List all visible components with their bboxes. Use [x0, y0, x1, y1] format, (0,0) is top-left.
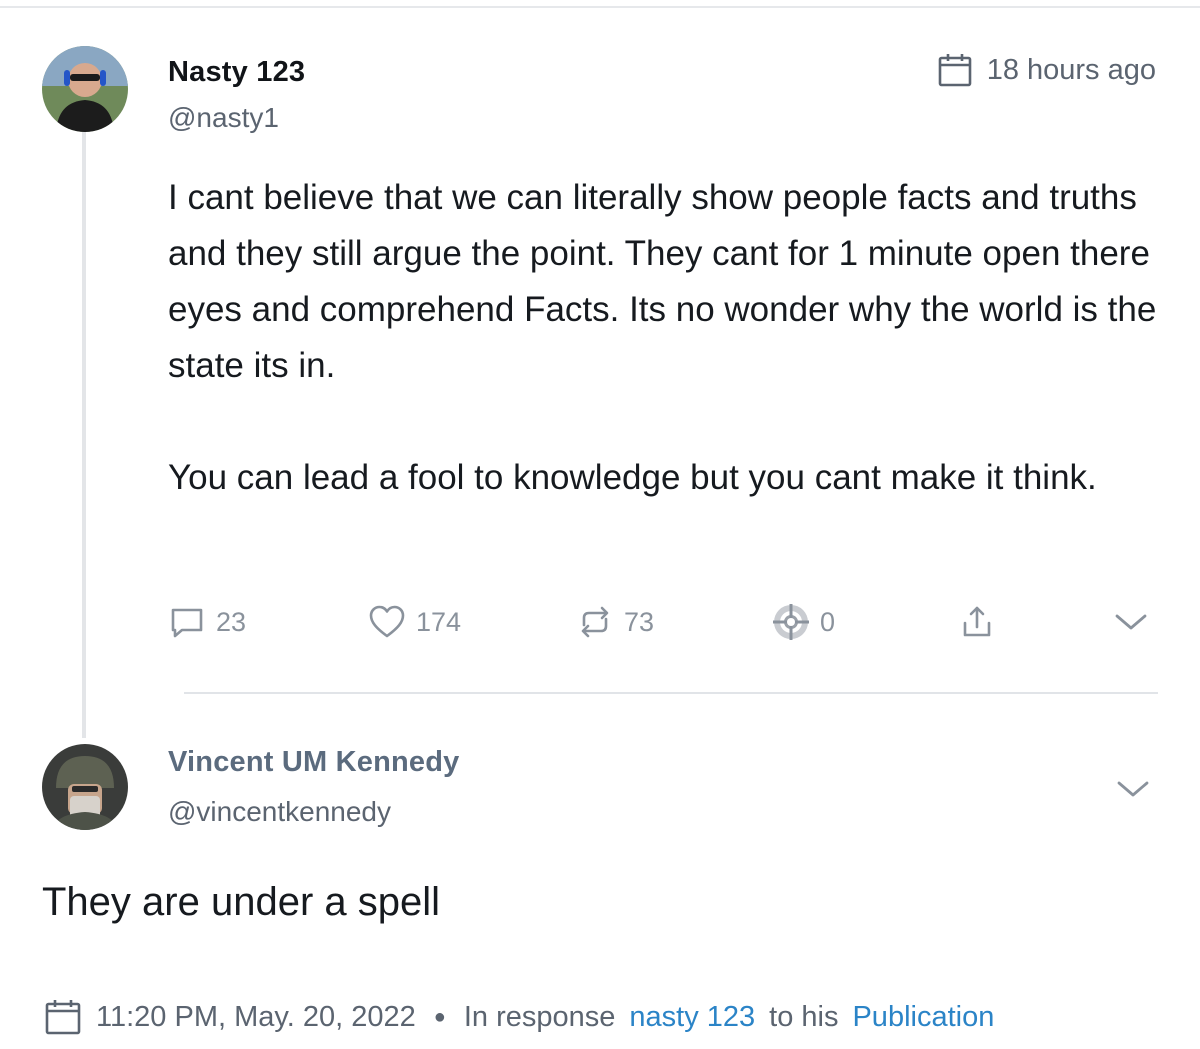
post-paragraph: You can lead a fool to knowledge but you…: [168, 458, 1097, 497]
target-icon: [773, 604, 809, 640]
post-divider: [184, 692, 1158, 694]
response-middle: to his: [769, 1000, 839, 1033]
chevron-down-icon: [1115, 614, 1147, 630]
post-paragraph: I cant believe that we can literally sho…: [168, 178, 1157, 385]
separator-dot: ●: [433, 1005, 446, 1028]
comment-icon: [171, 608, 203, 638]
reply-count: 23: [216, 606, 247, 637]
reply-button[interactable]: 23: [168, 603, 246, 641]
reply-author-name[interactable]: Vincent UM Kennedy: [168, 746, 460, 779]
publication-link[interactable]: Publication: [852, 1001, 994, 1034]
post-body: I cant believe that we can literally sho…: [168, 170, 1168, 506]
post-timestamp: 18 hours ago: [937, 52, 1156, 88]
calendar-icon: [938, 54, 971, 87]
share-icon: [963, 606, 991, 637]
response-user-link[interactable]: nasty 123: [629, 1001, 755, 1034]
thread-line: [82, 132, 86, 738]
share-button[interactable]: [958, 603, 996, 641]
like-button[interactable]: 174: [368, 603, 461, 641]
reply-date: 11:20 PM, May. 20, 2022: [96, 1000, 416, 1033]
chevron-down-icon[interactable]: [1114, 770, 1152, 808]
post-menu-button[interactable]: [1112, 603, 1150, 641]
reply-footer: 11:20 PM, May. 20, 2022 ● In response na…: [44, 998, 994, 1036]
timestamp-label: 18 hours ago: [986, 53, 1156, 86]
repost-count: 73: [624, 606, 655, 637]
author-name[interactable]: Nasty 123: [168, 56, 305, 89]
author-handle[interactable]: @nasty1: [168, 102, 279, 134]
target-button[interactable]: 0: [772, 603, 835, 641]
like-count: 174: [416, 606, 462, 637]
calendar-icon: [45, 1000, 81, 1035]
top-divider: [0, 6, 1200, 8]
reply-body: They are under a spell: [42, 880, 441, 924]
repost-icon: [581, 606, 609, 638]
avatar[interactable]: [42, 46, 128, 132]
heart-icon: [369, 605, 405, 638]
avatar[interactable]: [42, 744, 128, 830]
repost-button[interactable]: 73: [576, 603, 654, 641]
target-count: 0: [820, 606, 836, 637]
post-action-bar: 23 174 73 0: [168, 603, 1158, 651]
reply-author-handle[interactable]: @vincentkennedy: [168, 796, 391, 828]
response-prefix: In response: [463, 1000, 616, 1033]
